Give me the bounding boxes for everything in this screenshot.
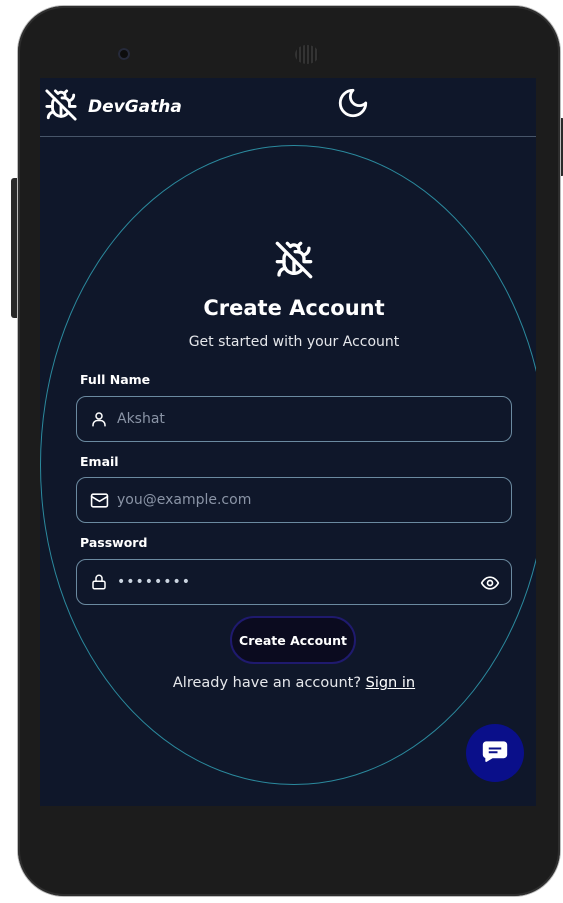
create-account-button[interactable]: Create Account	[230, 616, 356, 664]
email-label: Email	[80, 454, 119, 469]
password-label: Password	[80, 535, 148, 550]
full-name-input[interactable]	[117, 411, 511, 427]
speaker-grille	[295, 45, 319, 64]
chat-button[interactable]	[466, 724, 524, 782]
bug-off-icon	[44, 88, 78, 126]
email-input[interactable]	[117, 492, 511, 508]
user-icon	[89, 409, 109, 429]
page-subtitle: Get started with your Account	[188, 334, 400, 350]
brand[interactable]: DevGatha	[44, 88, 182, 126]
chat-bubble-icon	[480, 736, 510, 770]
page-title: Create Account	[203, 296, 385, 320]
camera-icon	[118, 48, 130, 60]
password-field[interactable]	[76, 559, 512, 605]
password-input[interactable]	[117, 574, 511, 590]
lock-icon	[89, 572, 109, 592]
signin-prompt: Already have an account? Sign in	[40, 675, 536, 691]
eye-icon[interactable]	[479, 572, 501, 594]
full-name-field[interactable]	[76, 396, 512, 442]
mail-icon	[89, 490, 109, 510]
brand-name: DevGatha	[88, 97, 182, 117]
theme-toggle-button[interactable]	[334, 86, 372, 124]
signin-link[interactable]: Sign in	[366, 675, 415, 691]
email-field[interactable]	[76, 477, 512, 523]
app-screen: DevGatha Create Account Get started with…	[40, 78, 536, 806]
signin-prompt-text: Already have an account?	[172, 675, 362, 691]
full-name-label: Full Name	[80, 372, 151, 387]
moon-icon	[336, 86, 370, 124]
navbar: DevGatha	[40, 78, 536, 137]
bug-off-icon	[274, 240, 314, 284]
